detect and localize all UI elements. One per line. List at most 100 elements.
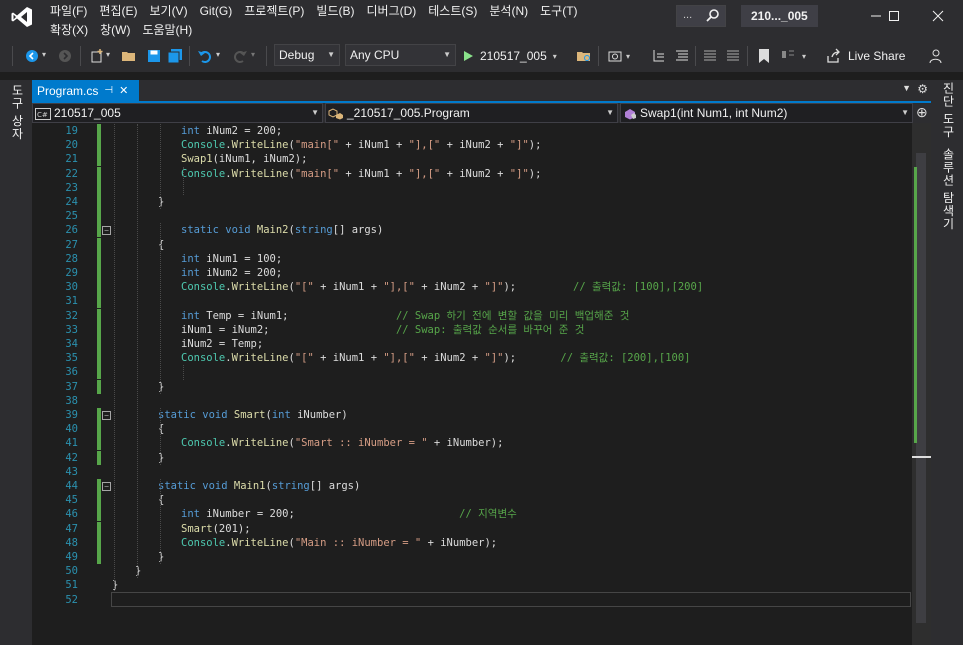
collapse-toggle-icon[interactable]: − [102, 411, 111, 420]
scrollbar-thumb[interactable] [916, 153, 926, 623]
code-line[interactable]: 32 int Temp = iNum1; // Swap 하기 전에 변할 값을 … [32, 308, 912, 323]
save-icon[interactable] [146, 48, 162, 64]
code-line[interactable]: 24} [32, 195, 912, 209]
code-line[interactable]: 42} [32, 450, 912, 465]
navigate-back-icon[interactable] [24, 48, 40, 64]
platform-dropdown[interactable]: Any CPU ▼ [345, 44, 456, 66]
code-line[interactable]: 45 { [32, 493, 912, 508]
code-line[interactable]: 29 int iNum2 = 200; [32, 266, 912, 280]
code-line[interactable]: 30 Console.WriteLine("[" + iNum1 + "],[" … [32, 280, 912, 295]
camera-icon[interactable] [607, 48, 623, 64]
chevron-down-icon[interactable]: ▾ [106, 50, 110, 59]
open-folder-icon[interactable] [121, 48, 137, 64]
start-debugging-button[interactable]: 210517_005 ▾ [462, 46, 557, 66]
code-line[interactable]: 43 [32, 465, 912, 479]
menu-analyze[interactable]: 분석(N) [483, 3, 534, 20]
code-editor[interactable]: 19 int iNum2 = 200; 20 Console.WriteLine("m… [32, 123, 912, 645]
code-line[interactable]: 48 Console.WriteLine("Main :: iNumber = "… [32, 535, 912, 550]
code-line[interactable]: 38 [32, 394, 912, 408]
maximize-button[interactable] [877, 4, 911, 28]
menu-help[interactable]: 도움말(H) [136, 22, 198, 39]
new-project-icon[interactable] [89, 48, 105, 64]
project-dropdown[interactable]: C# 210517_005 ▼ [32, 103, 323, 123]
code-line[interactable]: 35 Console.WriteLine("[" + iNum1 + "],[" … [32, 351, 912, 366]
code-line[interactable]: 19 int iNum2 = 200; [32, 124, 912, 138]
code-line[interactable]: 41 Console.WriteLine("Smart :: iNumber = … [32, 436, 912, 451]
solution-name[interactable]: 210..._005 [741, 5, 818, 27]
code-token: [] args) [332, 224, 384, 237]
bookmark-icon[interactable] [756, 48, 772, 64]
code-text: iNum1 = iNum2; // Swap: 출력값 순서를 바꾸어 준 것 [181, 323, 584, 337]
menu-project[interactable]: 프로젝트(P) [238, 3, 310, 20]
folder-search-icon[interactable] [576, 48, 592, 64]
chevron-down-icon[interactable]: ▾ [251, 50, 255, 59]
menu-test[interactable]: 테스트(S) [422, 3, 483, 20]
code-line[interactable]: 31 [32, 294, 912, 309]
redo-icon[interactable] [232, 48, 248, 64]
code-line[interactable]: 34 iNum2 = Temp; [32, 337, 912, 351]
toolbox-tab[interactable]: 도구 상자 [9, 84, 26, 140]
tab-program-cs[interactable]: Program.cs ⊣ ✕ [32, 80, 139, 101]
code-line[interactable]: 37} [32, 379, 912, 394]
code-line[interactable]: 33 iNum1 = iNum2; // Swap: 출력값 순서를 바꾸어 준 … [32, 322, 912, 337]
collapse-toggle-icon[interactable]: − [102, 482, 111, 491]
format-icon[interactable] [674, 48, 690, 64]
chevron-down-icon[interactable]: ▾ [216, 50, 220, 59]
code-line[interactable]: 39 − static void Smart(int iNumber) [32, 408, 912, 422]
code-line[interactable]: 36 [32, 365, 912, 380]
step-over-icon[interactable] [651, 48, 667, 64]
save-all-icon[interactable] [167, 48, 183, 64]
configuration-dropdown[interactable]: Debug ▼ [274, 44, 340, 66]
member-dropdown[interactable]: Swap1(int Num1, int Num2) ▼ [620, 103, 913, 123]
code-line[interactable]: 49} [32, 550, 912, 564]
code-line[interactable]: 26 − static void Main2(string[] args) [32, 223, 912, 238]
code-line[interactable]: 25 [32, 209, 912, 224]
menu-file[interactable]: 파일(F) [44, 3, 93, 20]
code-text: } [158, 550, 164, 564]
menu-build[interactable]: 빌드(B) [310, 3, 360, 20]
class-dropdown[interactable]: _210517_005.Program ▼ [325, 103, 618, 123]
live-share-button[interactable]: Live Share [826, 46, 905, 66]
uncomment-icon[interactable] [725, 48, 741, 64]
diagnostic-tools-tab[interactable]: 진단 도구 [940, 82, 957, 138]
chevron-down-icon[interactable]: ▾ [802, 52, 806, 61]
collapse-toggle-icon[interactable]: − [102, 226, 111, 236]
close-icon[interactable]: ✕ [119, 84, 128, 97]
code-line[interactable]: 40 { [32, 422, 912, 437]
menu-git[interactable]: Git(G) [194, 3, 239, 20]
navigate-forward-icon[interactable] [57, 48, 73, 64]
undo-icon[interactable] [197, 48, 213, 64]
vertical-scrollbar[interactable] [912, 123, 931, 645]
pin-icon[interactable]: ⊣ [104, 85, 113, 96]
menu-extensions[interactable]: 확장(X) [44, 22, 94, 39]
close-window-button[interactable] [921, 4, 955, 28]
code-line[interactable]: 21 Swap1(iNum1, iNum2); [32, 152, 912, 167]
code-line[interactable]: 20 Console.WriteLine("main[" + iNum1 + "]… [32, 138, 912, 153]
menu-edit[interactable]: 편집(E) [93, 3, 143, 20]
code-line[interactable]: 47 Smart(201); [32, 521, 912, 536]
feedback-person-icon[interactable] [927, 48, 943, 64]
code-line[interactable]: 27 { [32, 237, 912, 252]
code-line[interactable]: 46 int iNumber = 200; // 지역변수 [32, 507, 912, 522]
code-line[interactable]: 28 int iNum1 = 100; [32, 251, 912, 266]
menu-tools[interactable]: 도구(T) [534, 3, 583, 20]
split-editor-icon[interactable]: ⊕ [916, 104, 928, 121]
tab-overflow-icon[interactable]: ▼ [902, 83, 911, 93]
menu-window[interactable]: 창(W) [94, 22, 136, 39]
code-line[interactable]: 23 [32, 180, 912, 195]
left-tool-rail: 도구 상자 [0, 80, 32, 645]
chevron-down-icon[interactable]: ▾ [42, 50, 46, 59]
search-box[interactable]: ... [676, 5, 726, 27]
menu-view[interactable]: 보기(V) [143, 3, 193, 20]
menu-debug[interactable]: 디버그(D) [360, 3, 422, 20]
code-line[interactable]: 22 Console.WriteLine("main[" + iNum1 + "]… [32, 166, 912, 181]
comment-out-icon[interactable] [702, 48, 718, 64]
breakpoint-toggle-icon[interactable] [780, 48, 796, 64]
solution-explorer-tab[interactable]: 솔루션 탐색기 [940, 148, 957, 230]
right-tool-rail: 진단 도구 솔루션 탐색기 [931, 80, 963, 645]
chevron-down-icon[interactable]: ▾ [626, 52, 630, 61]
code-line[interactable]: 51} [32, 578, 912, 592]
code-line[interactable]: 44 − static void Main1(string[] args) [32, 479, 912, 493]
code-line[interactable]: 50} [32, 564, 912, 578]
gear-icon[interactable]: ⚙ [917, 82, 928, 96]
